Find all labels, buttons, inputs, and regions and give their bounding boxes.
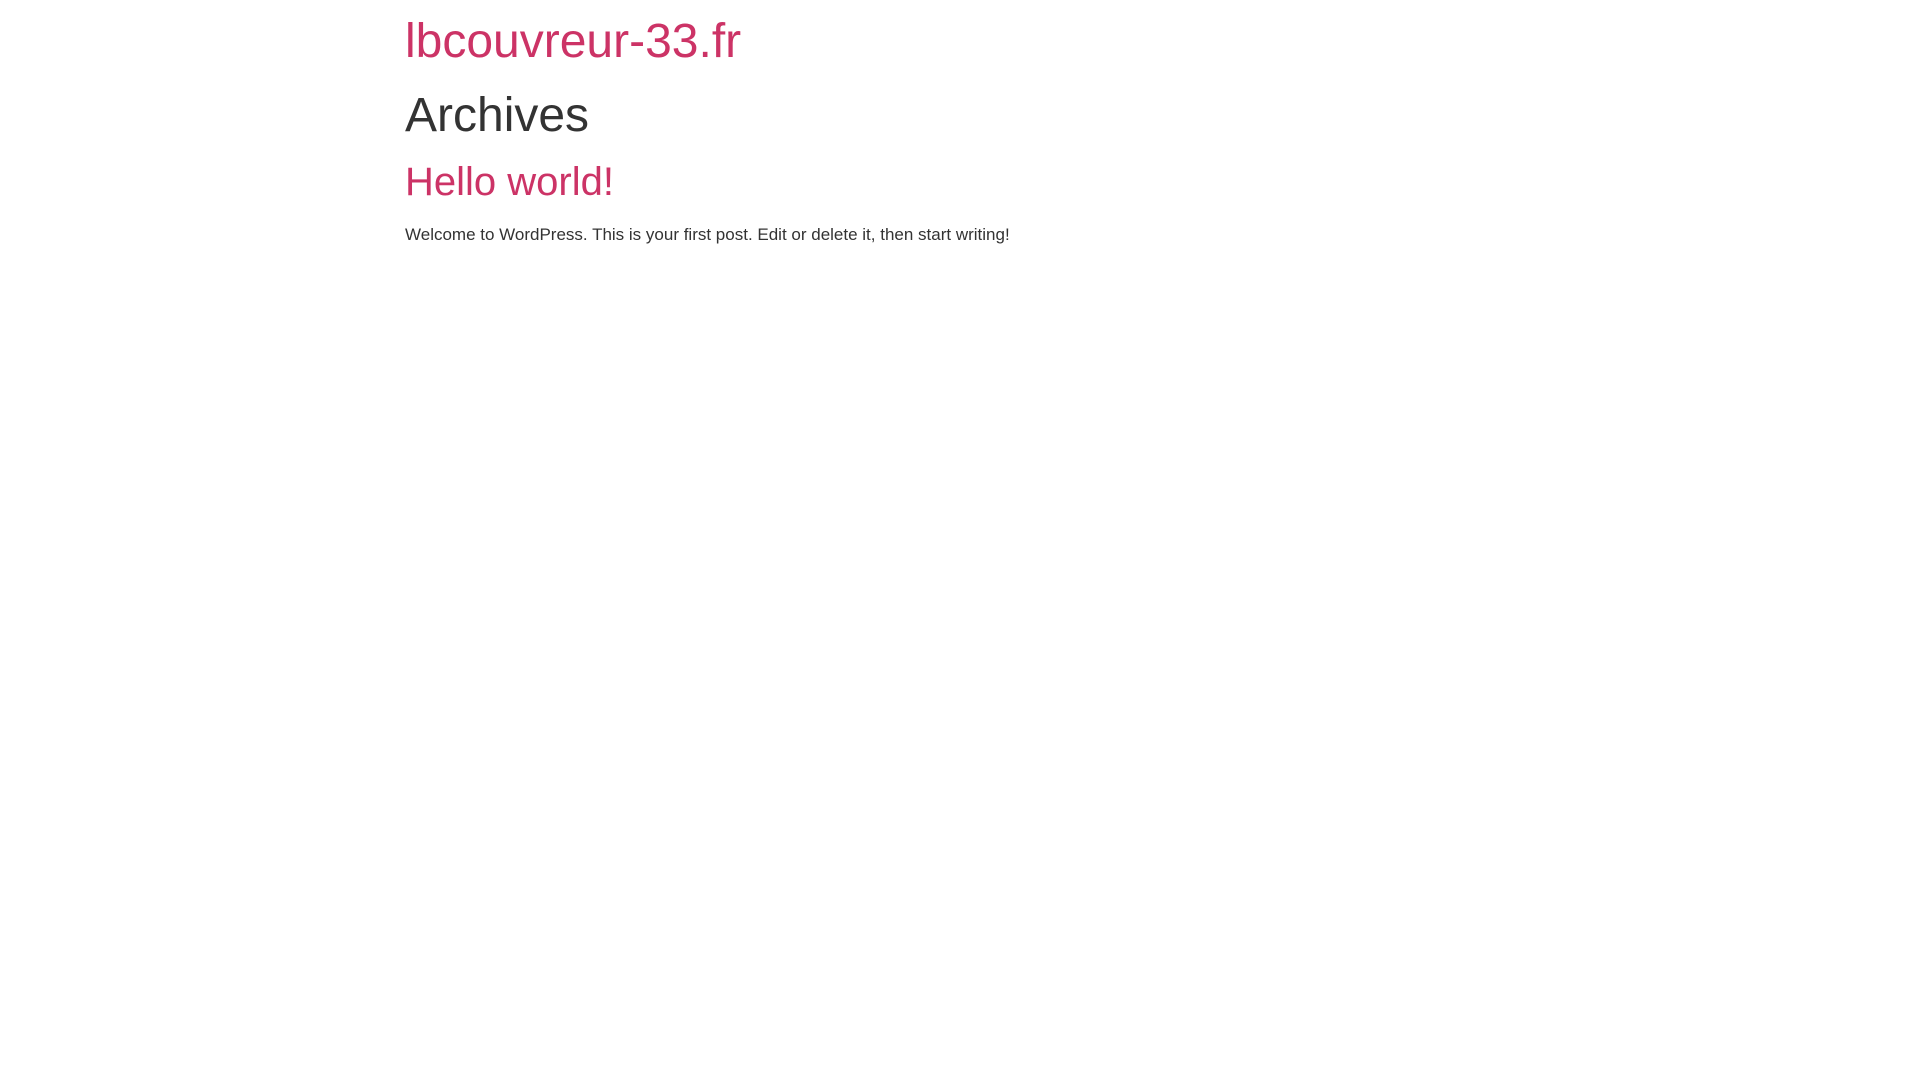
site-header: lbcouvreur-33.fr [405, 0, 1515, 69]
main-content: Archives Hello world! Welcome to WordPre… [405, 87, 1515, 248]
page-title: Archives [405, 88, 590, 142]
page-container: lbcouvreur-33.fr Archives Hello world! W… [390, 0, 1530, 248]
post-item: Hello world! Welcome to WordPress. This … [405, 158, 1515, 248]
post-title-link[interactable]: Hello world! [405, 160, 614, 204]
site-title-link[interactable]: lbcouvreur-33.fr [405, 15, 741, 69]
post-title: Hello world! [405, 158, 1515, 206]
post-excerpt: Welcome to WordPress. This is your first… [405, 225, 1010, 245]
